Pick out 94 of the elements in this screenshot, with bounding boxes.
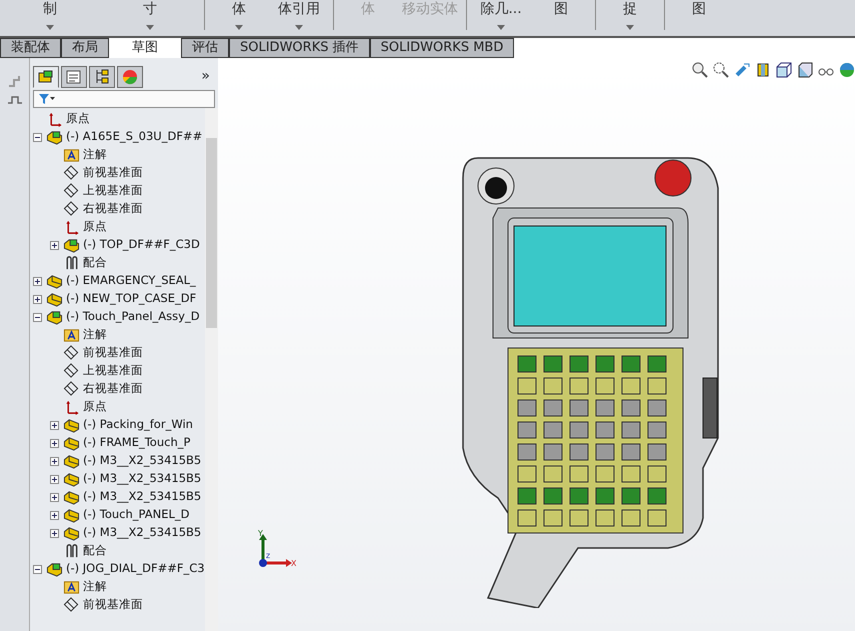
- tree-item-label[interactable]: (-) Touch_Panel_Assy_D: [66, 308, 200, 326]
- tree-item-label[interactable]: 前视基准面: [83, 164, 143, 182]
- tree-item-label[interactable]: 上视基准面: [83, 182, 143, 200]
- expand-icon[interactable]: [49, 420, 60, 430]
- ribbon-tab[interactable]: SOLIDWORKS MBD: [370, 38, 514, 58]
- section-view-icon[interactable]: [755, 62, 771, 78]
- previous-view-icon[interactable]: [734, 62, 750, 78]
- expand-icon[interactable]: [49, 510, 60, 520]
- part-icon: [63, 435, 80, 451]
- ribbon-button[interactable]: 体引用: [269, 0, 329, 36]
- tree-item-label[interactable]: 原点: [83, 218, 107, 236]
- expand-icon[interactable]: [49, 456, 60, 466]
- tree-item-label[interactable]: (-) JOG_DIAL_DF##F_C3: [66, 560, 205, 578]
- tree-item-label[interactable]: 原点: [66, 110, 90, 128]
- collapse-icon[interactable]: [32, 312, 43, 322]
- ribbon-tab[interactable]: SOLIDWORKS 插件: [229, 38, 370, 58]
- tree-item-label[interactable]: (-) M3__X2_53415B5: [83, 524, 202, 542]
- appearance-sphere-icon[interactable]: [839, 62, 855, 78]
- step-line-icon[interactable]: [6, 96, 22, 104]
- ribbon-button[interactable]: 图: [531, 0, 591, 36]
- display-style-icon[interactable]: [797, 62, 813, 78]
- color-wheel-icon: [121, 68, 139, 86]
- part-icon: [46, 291, 63, 307]
- annotation-folder-icon: [63, 327, 80, 343]
- tree-item-label[interactable]: (-) EMARGENCY_SEAL_: [66, 272, 196, 290]
- tree-item-label[interactable]: 注解: [83, 578, 107, 596]
- ribbon-button[interactable]: 寸: [100, 0, 200, 36]
- expand-icon[interactable]: [49, 240, 60, 250]
- plane-icon: [63, 363, 80, 379]
- plane-icon: [63, 381, 80, 397]
- ribbon-button[interactable]: 图: [669, 0, 729, 36]
- expand-panel-button[interactable]: »: [201, 66, 210, 90]
- tree-item-label[interactable]: 原点: [83, 398, 107, 416]
- part-icon: [63, 453, 80, 469]
- plane-icon: [63, 183, 80, 199]
- zoom-area-icon[interactable]: [713, 62, 729, 78]
- tree-item-label[interactable]: (-) A165E_S_03U_DF##: [66, 128, 202, 146]
- tree-item-label[interactable]: (-) M3__X2_53415B5: [83, 470, 202, 488]
- expand-icon[interactable]: [32, 294, 43, 304]
- tree-item-label[interactable]: 注解: [83, 326, 107, 344]
- tree-item-label[interactable]: (-) M3__X2_53415B5: [83, 488, 202, 506]
- filter-field[interactable]: [33, 90, 215, 108]
- part-icon: [63, 471, 80, 487]
- assembly-icon: [46, 309, 63, 325]
- annotation-folder-icon: [63, 147, 80, 163]
- tree-item-label[interactable]: (-) NEW_TOP_CASE_DF: [66, 290, 196, 308]
- part-icon: [63, 489, 80, 505]
- ribbon-tab[interactable]: 布局: [61, 38, 109, 58]
- tree-item-label[interactable]: (-) TOP_DF##F_C3D: [83, 236, 200, 254]
- tree-item-label[interactable]: (-) Packing_for_Win: [83, 416, 193, 434]
- collapse-icon[interactable]: [32, 564, 43, 574]
- expand-icon[interactable]: [49, 528, 60, 538]
- annotation-folder-icon: [63, 579, 80, 595]
- expand-icon[interactable]: [49, 438, 60, 448]
- zoom-fit-icon[interactable]: [692, 62, 708, 78]
- expand-icon[interactable]: [32, 276, 43, 286]
- ribbon-button[interactable]: 除几...: [471, 0, 531, 36]
- assembly-icon: [63, 237, 80, 253]
- view-orientation-icon[interactable]: [776, 62, 792, 78]
- plane-icon: [63, 345, 80, 361]
- tree-item-label[interactable]: 前视基准面: [83, 344, 143, 362]
- expand-icon[interactable]: [49, 474, 60, 484]
- panel-tab[interactable]: [61, 66, 87, 88]
- tree-item-label[interactable]: 右视基准面: [83, 380, 143, 398]
- ribbon-button[interactable]: 制: [0, 0, 100, 36]
- ribbon-button[interactable]: 体: [209, 0, 269, 36]
- property-sheet-icon: [65, 68, 83, 86]
- tree-item-label[interactable]: 注解: [83, 146, 107, 164]
- expand-icon[interactable]: [49, 492, 60, 502]
- panel-tab[interactable]: [33, 66, 59, 88]
- tree-item-label[interactable]: (-) Touch_PANEL_D: [83, 506, 190, 524]
- part-icon: [63, 507, 80, 523]
- assembly-icon: [46, 561, 63, 577]
- tree-item-label[interactable]: (-) M3__X2_53415B5: [83, 452, 202, 470]
- tree-item-label[interactable]: 配合: [83, 254, 107, 272]
- filter-icon: [38, 93, 56, 105]
- tree-item-label[interactable]: 上视基准面: [83, 362, 143, 380]
- ribbon-tab[interactable]: 评估: [181, 38, 229, 58]
- part-icon: [63, 417, 80, 433]
- assembly-icon: [46, 129, 63, 145]
- ribbon-button[interactable]: 捉: [600, 0, 660, 36]
- tree-item-label[interactable]: 右视基准面: [83, 200, 143, 218]
- part-icon: [46, 273, 63, 289]
- collapse-icon[interactable]: [32, 132, 43, 142]
- ribbon-tab[interactable]: 装配体: [0, 38, 61, 58]
- plane-icon: [63, 597, 80, 613]
- panel-tab[interactable]: [89, 66, 115, 88]
- plane-icon: [63, 201, 80, 217]
- tree-item-label[interactable]: 配合: [83, 542, 107, 560]
- plane-icon: [63, 165, 80, 181]
- part-icon: [63, 525, 80, 541]
- scrollbar[interactable]: [204, 108, 218, 631]
- tree-item-label[interactable]: 前视基准面: [83, 596, 143, 614]
- tree-item-label[interactable]: (-) FRAME_Touch_P: [83, 434, 190, 452]
